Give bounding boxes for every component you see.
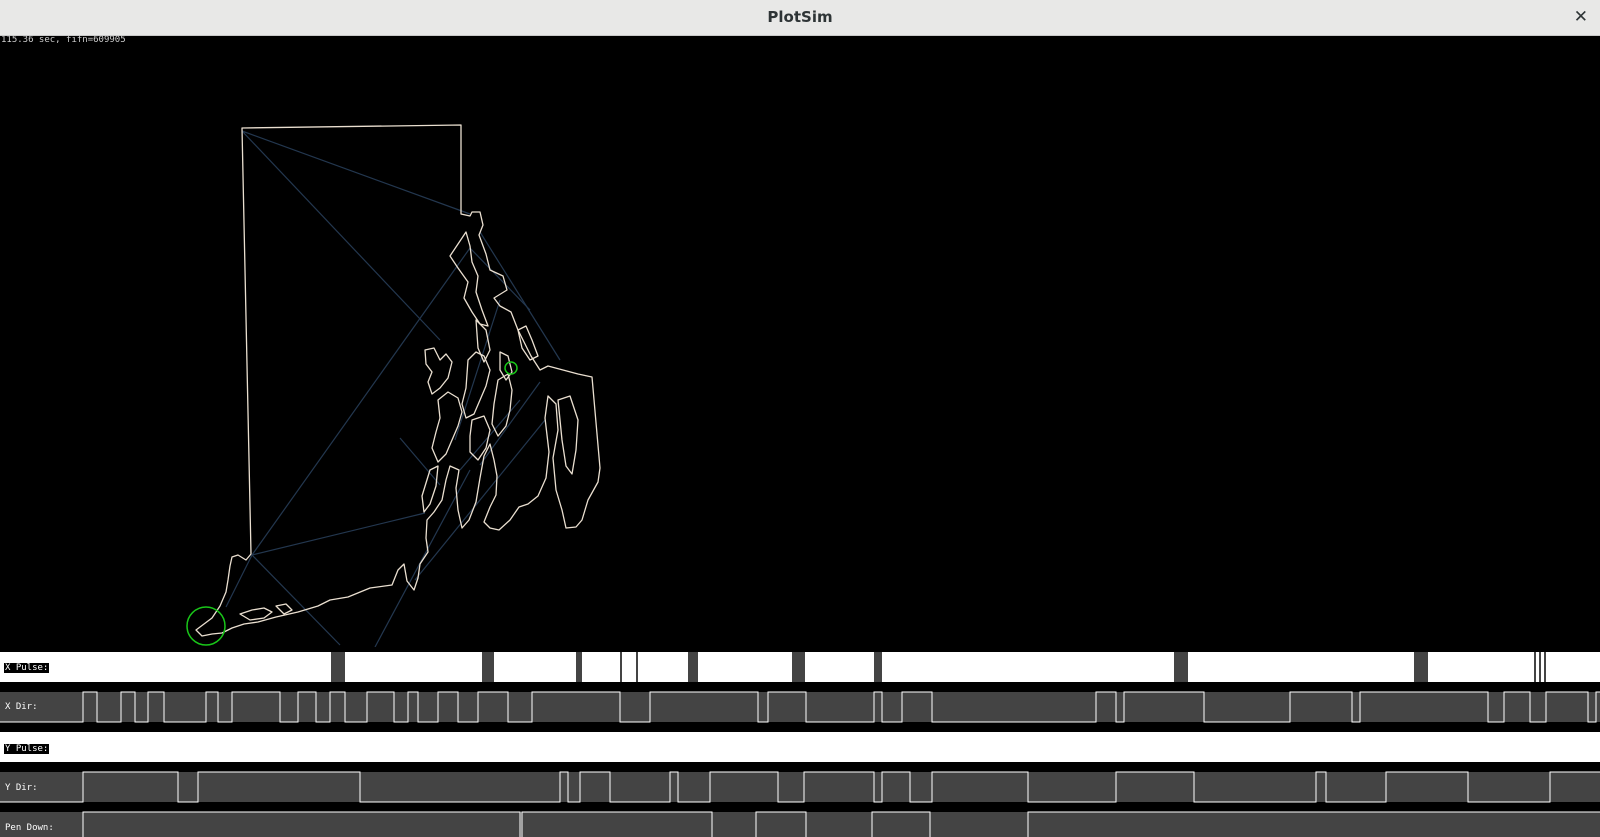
status-readout: 115.36 sec, fifn=609905 bbox=[1, 35, 126, 45]
x-pulse-gap bbox=[636, 652, 638, 682]
x-pulse-gap bbox=[482, 652, 494, 682]
x-dir-label: X Dir: bbox=[5, 702, 38, 712]
x-pulse-gap bbox=[792, 652, 805, 682]
x-pulse-gap bbox=[331, 652, 345, 682]
x-pulse-gap bbox=[620, 652, 622, 682]
y-pulse-label: Y Pulse: bbox=[4, 744, 50, 754]
x-pulse-gap bbox=[1539, 652, 1541, 682]
x-pulse-label: X Pulse: bbox=[4, 663, 50, 673]
y-dir-track bbox=[0, 772, 1600, 802]
pen-down-track bbox=[0, 812, 1600, 837]
x-pulse-gap bbox=[1174, 652, 1188, 682]
timing-panel bbox=[0, 652, 1600, 837]
plotsim-window: PlotSim ✕ 115.36 sec, fifn=609905 X Puls… bbox=[0, 0, 1600, 837]
x-pulse-gap bbox=[1414, 652, 1428, 682]
x-pulse-gap bbox=[1544, 652, 1546, 682]
y-pulse-track bbox=[0, 732, 1600, 762]
y-dir-label: Y Dir: bbox=[5, 783, 38, 793]
pen-down-label: Pen Down: bbox=[5, 823, 54, 833]
x-pulse-gap bbox=[576, 652, 582, 682]
x-pulse-gap bbox=[874, 652, 882, 682]
x-pulse-gap bbox=[688, 652, 698, 682]
x-pulse-gap bbox=[1534, 652, 1536, 682]
